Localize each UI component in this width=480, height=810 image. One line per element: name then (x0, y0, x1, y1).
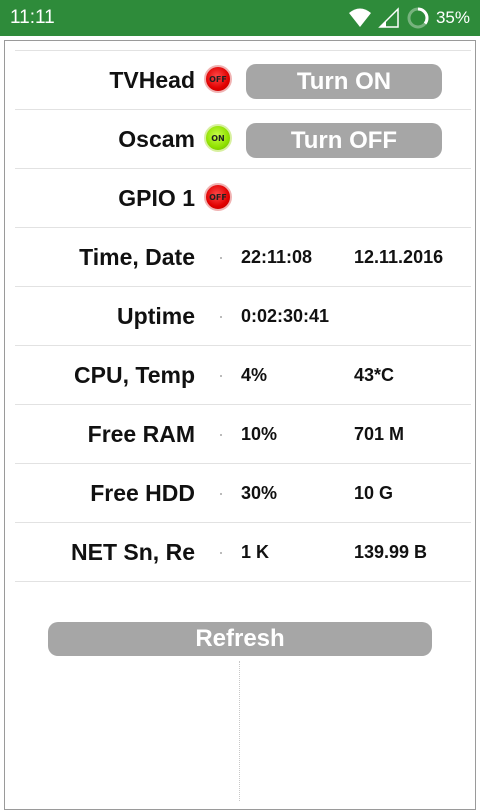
separator-dot (220, 552, 222, 554)
info-value: 10 G (354, 483, 394, 503)
separator-dot (220, 257, 222, 259)
control-row-tvhead: TVHead OFF Turn ON (15, 50, 471, 109)
turn-off-button[interactable]: Turn OFF (246, 123, 442, 158)
info-value: 10% (241, 424, 278, 444)
info-value: 0:02:30:41 (241, 306, 330, 326)
info-label: CPU, Temp (74, 362, 195, 388)
info-value: 30% (241, 483, 278, 503)
refresh-button[interactable]: Refresh (48, 622, 432, 656)
status-led-on-icon: ON (204, 124, 232, 152)
separator-dot (220, 316, 222, 318)
info-label: Free RAM (87, 421, 195, 447)
info-row-time-date: Time, Date 22:11:08 12.11.2016 (15, 227, 471, 286)
info-value: 1 K (241, 542, 270, 562)
info-value: 22:11:08 (241, 247, 313, 267)
wifi-icon (348, 8, 371, 27)
dotted-divider (239, 661, 240, 801)
info-value: 139.99 B (354, 542, 428, 562)
info-label: Free HDD (90, 480, 195, 506)
info-label: NET Sn, Re (71, 539, 195, 565)
status-icons: 35% (348, 5, 470, 31)
info-value: 12.11.2016 (354, 247, 444, 267)
battery-percent: 35% (435, 8, 470, 27)
control-row-gpio1: GPIO 1 OFF (15, 168, 471, 227)
status-time: 11:11 (10, 7, 55, 28)
info-row-net: NET Sn, Re 1 K 139.99 B (15, 522, 471, 582)
status-led-off-icon: OFF (204, 65, 232, 93)
info-row-cpu-temp: CPU, Temp 4% 43*C (15, 345, 471, 404)
info-row-free-hdd: Free HDD 30% 10 G (15, 463, 471, 522)
info-value: 701 M (354, 424, 405, 444)
info-row-uptime: Uptime 0:02:30:41 (15, 286, 471, 345)
turn-on-button[interactable]: Turn ON (246, 64, 442, 99)
status-bar: 11:11 35% (0, 0, 480, 36)
battery-ring-icon (407, 7, 429, 29)
info-label: Time, Date (79, 244, 195, 270)
control-label: TVHead (109, 67, 195, 93)
info-value: 43*C (354, 365, 395, 385)
control-label: Oscam (118, 126, 195, 152)
signal-icon (378, 7, 399, 28)
info-row-free-ram: Free RAM 10% 701 M (15, 404, 471, 463)
separator-dot (220, 434, 222, 436)
control-page: TVHead OFF Turn ON Oscam ON Turn OFF GPI… (4, 40, 476, 810)
control-row-oscam: Oscam ON Turn OFF (15, 109, 471, 168)
control-label: GPIO 1 (118, 185, 195, 211)
separator-dot (220, 493, 222, 495)
info-label: Uptime (117, 303, 195, 329)
info-value: 4% (241, 365, 268, 385)
status-led-off-icon: OFF (204, 183, 232, 211)
separator-dot (220, 375, 222, 377)
